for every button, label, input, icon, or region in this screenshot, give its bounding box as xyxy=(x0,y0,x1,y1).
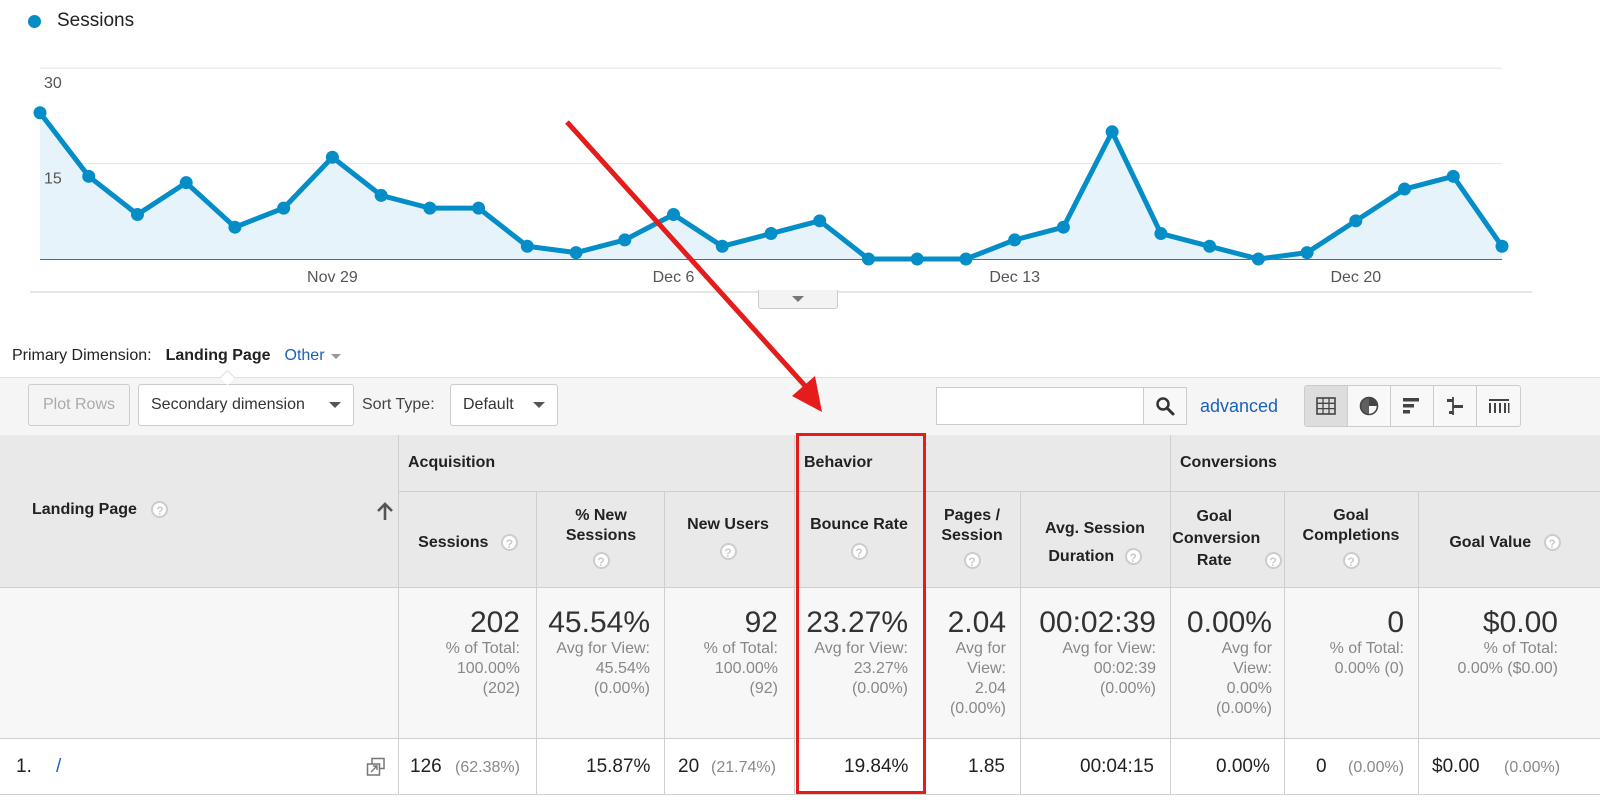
arrow-shaft xyxy=(565,120,809,390)
arrow-head xyxy=(792,376,822,412)
annotation-arrow xyxy=(565,120,822,412)
